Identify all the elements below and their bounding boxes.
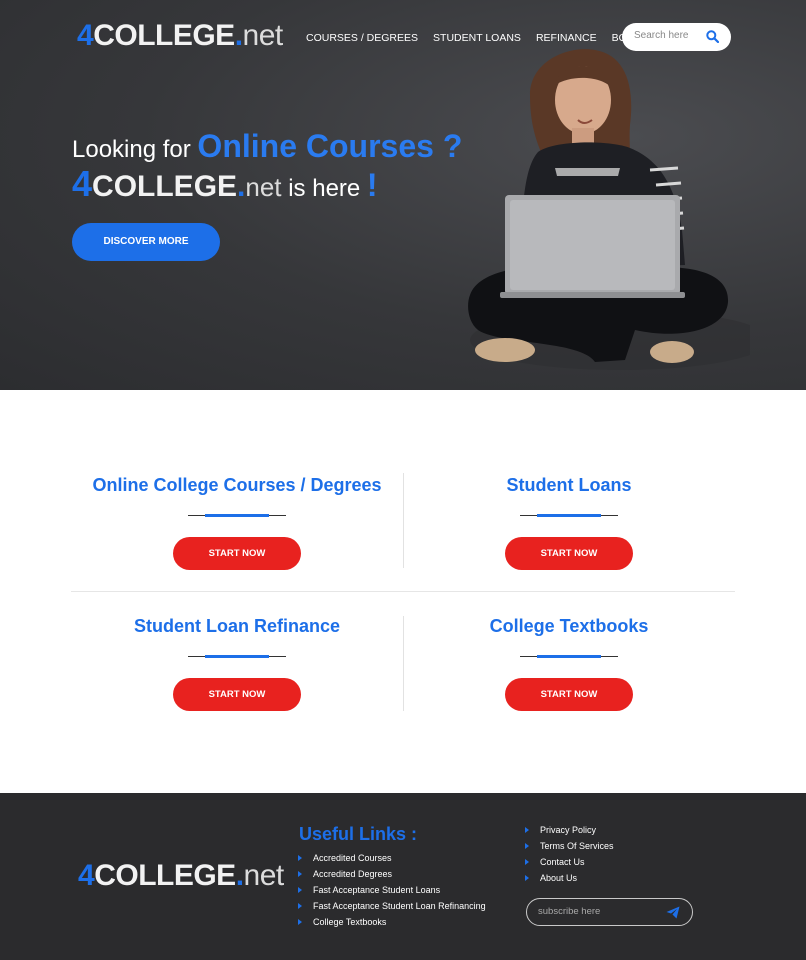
footer-link-accredited-courses[interactable]: Accredited Courses: [298, 853, 486, 869]
logo-four: 4: [78, 859, 95, 892]
service-card-refinance: Student Loan Refinance START NOW: [71, 616, 403, 711]
caret-right-icon: [298, 871, 302, 877]
search-box: [622, 23, 731, 51]
service-title: Student Loans: [506, 475, 632, 495]
policy-links-list: Privacy Policy Terms Of Services Contact…: [525, 825, 614, 889]
footer-link-accredited-degrees[interactable]: Accredited Degrees: [298, 869, 486, 885]
headline-suffix: is here: [281, 175, 367, 202]
logo-college: COLLEGE: [94, 859, 236, 892]
search-icon[interactable]: [706, 30, 719, 43]
paper-plane-icon[interactable]: [666, 906, 680, 919]
vertical-divider: [403, 473, 404, 568]
student-with-laptop-image: [468, 49, 750, 370]
caret-right-icon: [525, 859, 529, 865]
caret-right-icon: [298, 919, 302, 925]
nav-courses-degrees[interactable]: COURSES / DEGREES: [306, 32, 418, 44]
logo-four: 4: [77, 19, 94, 52]
logo-dot: .: [234, 19, 243, 52]
footer-link-terms[interactable]: Terms Of Services: [525, 841, 614, 857]
caret-right-icon: [525, 843, 529, 849]
footer-link-fast-loans[interactable]: Fast Acceptance Student Loans: [298, 885, 486, 901]
logo-dot: .: [235, 859, 244, 892]
start-now-button[interactable]: START NOW: [173, 678, 301, 711]
service-card-courses: Online College Courses / Degrees START N…: [71, 475, 403, 570]
start-now-button[interactable]: START NOW: [505, 537, 633, 570]
service-title: Online College Courses / Degrees: [92, 475, 382, 495]
main-nav: COURSES / DEGREES STUDENT LOANS REFINANC…: [306, 32, 664, 44]
logo-net: net: [242, 19, 284, 52]
footer-link-college-textbooks[interactable]: College Textbooks: [298, 917, 486, 933]
caret-right-icon: [525, 875, 529, 881]
footer-link-about[interactable]: About Us: [525, 873, 614, 889]
title-underline: [520, 514, 618, 517]
footer-link-contact[interactable]: Contact Us: [525, 857, 614, 873]
title-underline: [520, 655, 618, 658]
subscribe-input[interactable]: [538, 906, 658, 917]
title-underline: [188, 514, 286, 517]
hero-section: 4COLLEGE.net COURSES / DEGREES STUDENT L…: [0, 0, 806, 390]
caret-right-icon: [525, 827, 529, 833]
hero-headline: Looking for Online Courses ? 4COLLEGE.ne…: [72, 128, 462, 205]
footer-link-privacy-policy[interactable]: Privacy Policy: [525, 825, 614, 841]
caret-right-icon: [298, 887, 302, 893]
useful-links-title: Useful Links :: [299, 824, 418, 844]
vertical-divider: [403, 616, 404, 711]
service-title: College Textbooks: [489, 616, 649, 636]
useful-links-list: Accredited Courses Accredited Degrees Fa…: [298, 853, 486, 933]
service-card-textbooks: College Textbooks START NOW: [403, 616, 735, 711]
headline-logo-college: COLLEGE: [92, 170, 238, 203]
headline-highlight: Online Courses ?: [197, 128, 463, 164]
subscribe-box: [526, 898, 693, 926]
service-title: Student Loan Refinance: [133, 616, 340, 636]
start-now-button[interactable]: START NOW: [505, 678, 633, 711]
start-now-button[interactable]: START NOW: [173, 537, 301, 570]
service-card-loans: Student Loans START NOW: [403, 475, 735, 570]
logo-net: net: [243, 859, 285, 892]
nav-student-loans[interactable]: STUDENT LOANS: [433, 32, 521, 44]
headline-exclamation: !: [366, 167, 378, 203]
caret-right-icon: [298, 855, 302, 861]
footer-logo[interactable]: 4COLLEGE.net: [78, 859, 284, 893]
footer-link-fast-refinancing[interactable]: Fast Acceptance Student Loan Refinancing: [298, 901, 486, 917]
footer: 4COLLEGE.net Useful Links : Accredited C…: [0, 793, 806, 960]
headline-logo-four: 4: [72, 163, 93, 204]
nav-refinance[interactable]: REFINANCE: [536, 32, 597, 44]
services-section: Online College Courses / Degrees START N…: [71, 470, 735, 720]
headline-prefix: Looking for: [72, 136, 198, 163]
site-logo[interactable]: 4COLLEGE.net: [77, 19, 283, 53]
discover-more-button[interactable]: DISCOVER MORE: [72, 223, 220, 261]
horizontal-divider: [71, 591, 735, 592]
headline-logo-net: net: [245, 172, 282, 202]
logo-college: COLLEGE: [93, 19, 235, 52]
title-underline: [188, 655, 286, 658]
caret-right-icon: [298, 903, 302, 909]
search-input[interactable]: [634, 30, 704, 41]
